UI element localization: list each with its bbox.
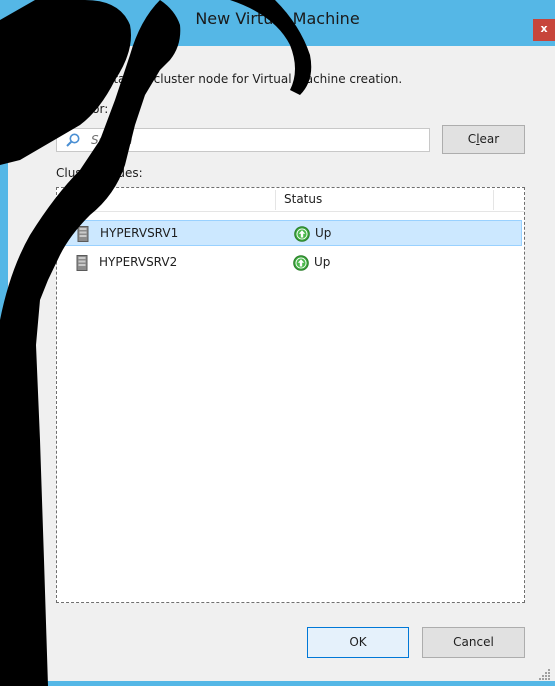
clear-button[interactable]: Clear [442, 125, 525, 154]
node-status: Up [314, 255, 331, 269]
node-name: HYPERVSRV1 [100, 226, 179, 240]
resize-grip-icon[interactable] [539, 668, 551, 680]
status-up-icon [294, 226, 310, 242]
search-icon [66, 133, 80, 147]
close-icon: x [540, 22, 548, 35]
status-up-icon [293, 255, 309, 271]
table-row[interactable]: HYPERVSRV1 Up [60, 220, 522, 246]
node-status: Up [315, 226, 332, 240]
column-separator[interactable] [275, 190, 276, 210]
column-header-name[interactable]: Name [66, 192, 101, 206]
ok-button[interactable]: OK [307, 627, 409, 658]
dialog-window: New Virtual Machine x Select the target … [0, 0, 555, 686]
server-icon [77, 226, 89, 242]
look-for-label: Look for: [56, 102, 109, 116]
instruction-text: Select the target cluster node for Virtu… [49, 72, 403, 86]
table-row[interactable]: HYPERVSRV2 Up [60, 250, 522, 276]
window-title: New Virtual Machine [195, 9, 360, 28]
close-button[interactable]: x [533, 19, 555, 41]
title-bar[interactable]: New Virtual Machine x [0, 0, 555, 41]
node-name: HYPERVSRV2 [99, 255, 178, 269]
server-icon [76, 255, 88, 271]
cancel-button[interactable]: Cancel [422, 627, 525, 658]
search-box[interactable] [56, 128, 430, 152]
search-input[interactable] [91, 131, 421, 149]
cluster-nodes-list[interactable]: Name Status HYPERVSRV1 Up HYPERVSRV2 Up [56, 187, 525, 603]
column-separator[interactable] [493, 190, 494, 210]
look-for-label-rest: ook for: [62, 102, 109, 116]
list-header: Name Status [57, 188, 524, 212]
column-header-status[interactable]: Status [284, 192, 322, 206]
cluster-nodes-label: Cluster nodes: [56, 166, 143, 180]
